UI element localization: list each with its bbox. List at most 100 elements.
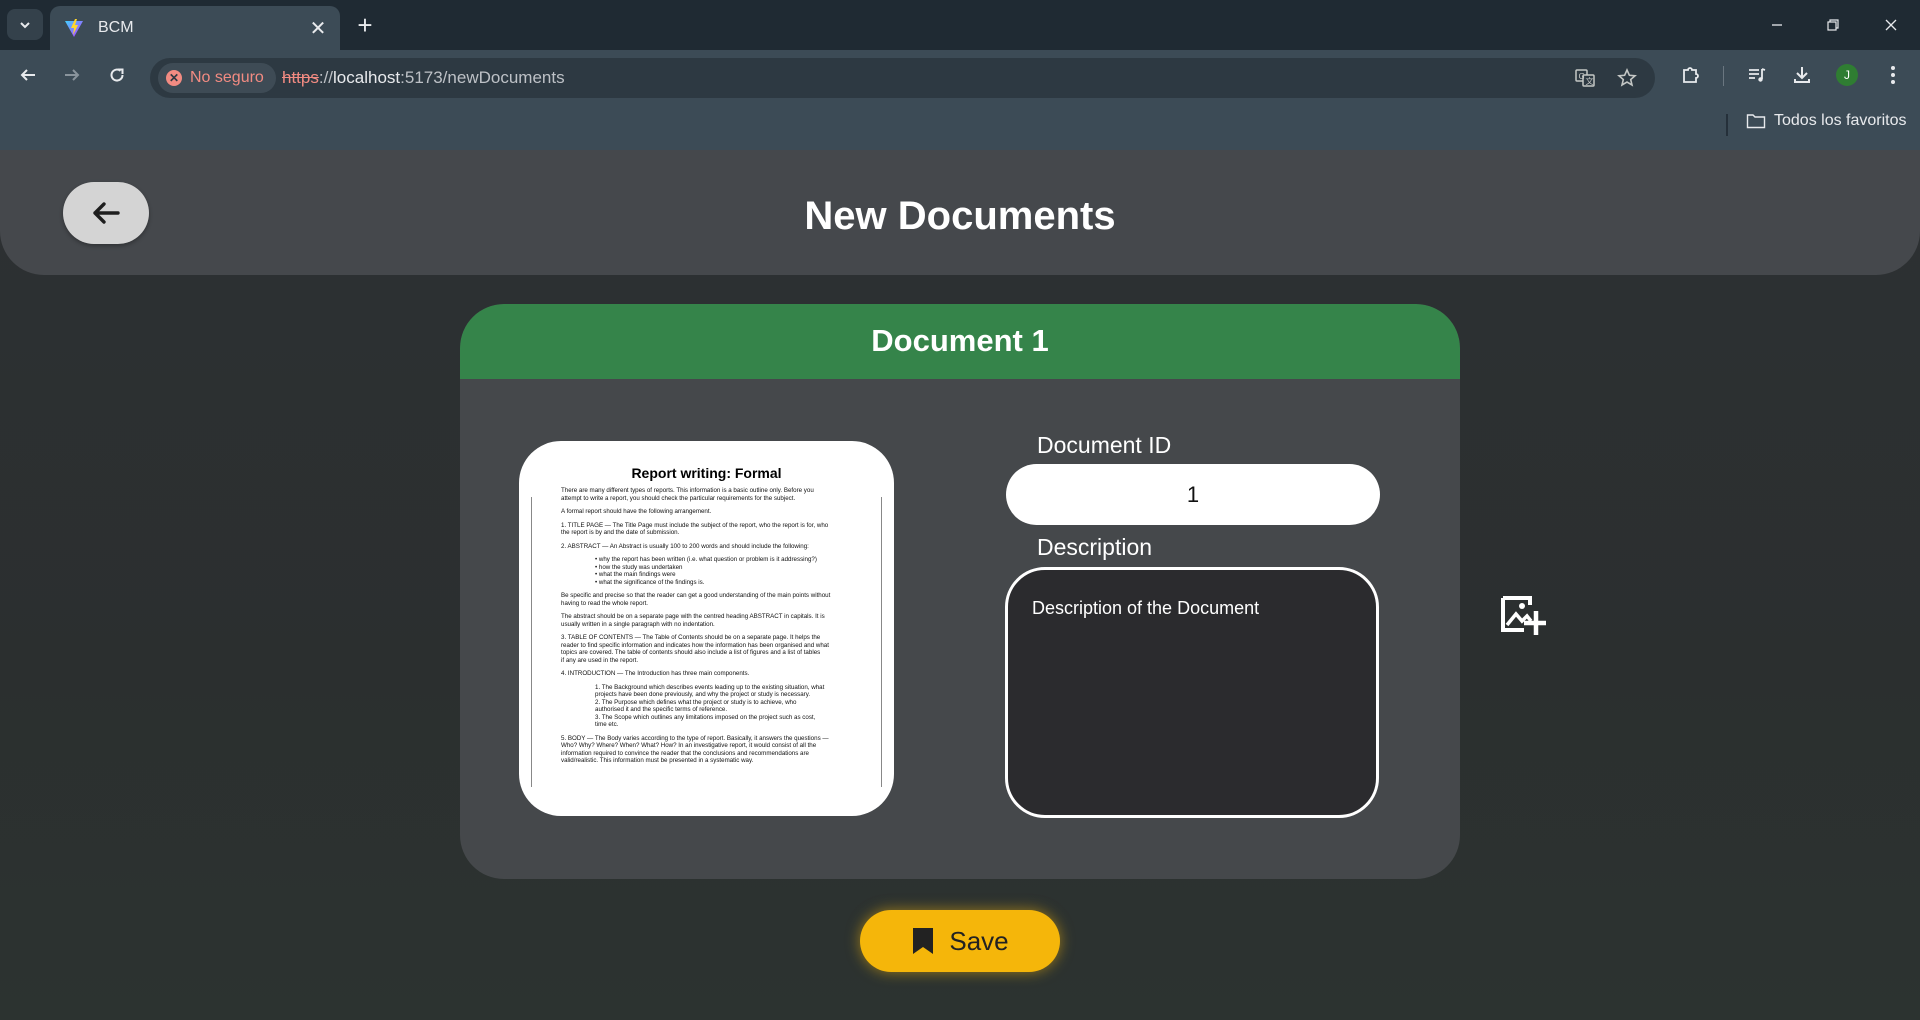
description-text: Description of the Document (1032, 598, 1260, 618)
preview-line: • what the significance of the findings … (595, 578, 705, 586)
document-id-label: Document ID (1037, 432, 1172, 458)
download-icon (1794, 67, 1810, 83)
browser-tab-active[interactable]: BCM ✕ (50, 6, 340, 50)
translate-button[interactable]: G文 (1571, 64, 1599, 92)
reload-button[interactable] (101, 59, 133, 91)
preview-line: Be specific and precise so that the read… (561, 592, 831, 599)
preview-line: • why the report has been written (i.e. … (595, 556, 817, 563)
preview-line: projects have been done previously, and … (595, 691, 811, 698)
preview-line: attempt to write a report, you should ch… (561, 494, 796, 502)
svg-text:文: 文 (1586, 76, 1594, 86)
puzzle-icon (1683, 67, 1699, 83)
forward-nav-button[interactable] (56, 59, 88, 91)
save-button[interactable]: Save (860, 910, 1060, 972)
star-icon (1617, 68, 1637, 87)
description-textarea[interactable]: Description of the Document (1005, 567, 1379, 818)
vite-logo-icon (65, 19, 83, 37)
preview-line: time etc. (595, 721, 619, 728)
page-header: New Documents (0, 150, 1920, 275)
preview-line: if any are used in the report. (561, 656, 639, 664)
preview-line: 2. The Purpose which defines what the pr… (595, 698, 797, 706)
tab-search-button[interactable] (7, 9, 43, 40)
document-id-input[interactable]: 1 (1006, 464, 1380, 525)
svg-text:G: G (1579, 72, 1585, 81)
bookmark-icon (913, 928, 934, 954)
restore-icon (1827, 19, 1839, 31)
document-card: Document 1 Report writing: Formal There … (460, 304, 1460, 879)
preview-line: 1. The Background which describes events… (595, 683, 825, 691)
page-border-left (531, 497, 532, 787)
browser-tab-strip: BCM ✕ + (0, 0, 1920, 50)
preview-line: information required to convince the rea… (561, 749, 809, 757)
downloads-button[interactable] (1786, 59, 1818, 91)
bookmarks-folder-label: Todos los favoritos (1774, 112, 1907, 129)
not-secure-icon: ✕ (166, 70, 182, 86)
url-path: :5173/newDocuments (400, 68, 565, 87)
preview-line: valid/realistic. This information must b… (561, 757, 754, 764)
preview-line: authorised it and the specific terms of … (595, 706, 728, 713)
close-tab-icon[interactable]: ✕ (304, 14, 332, 42)
preview-line: A formal report should have the followin… (561, 508, 712, 515)
save-label: Save (949, 925, 1009, 956)
preview-line: 5. BODY — The Body varies according to t… (561, 734, 829, 742)
reload-icon (110, 68, 124, 82)
arrow-right-icon (65, 69, 80, 81)
address-bar[interactable]: ✕ No seguro https://localhost:5173/newDo… (150, 58, 1655, 98)
close-icon (1885, 19, 1897, 31)
preview-line: 4. INTRODUCTION — The Introduction has t… (561, 670, 750, 677)
media-controls-button[interactable] (1741, 59, 1773, 91)
translate-icon: G文 (1575, 69, 1595, 87)
browser-toolbar: ✕ No seguro https://localhost:5173/newDo… (0, 50, 1920, 100)
browser-menu-button[interactable] (1877, 59, 1909, 91)
url-text[interactable]: https://localhost:5173/newDocuments (282, 68, 565, 88)
tab-title: BCM (98, 19, 134, 36)
preview-line: Who? Why? Where? When? What? How? In an … (561, 742, 817, 749)
add-photo-icon (1501, 596, 1546, 635)
minimize-icon (1772, 24, 1782, 26)
folder-icon (1746, 114, 1766, 129)
preview-heading: Report writing: Formal (631, 465, 782, 481)
preview-line: • how the study was undertaken (595, 563, 683, 571)
queue-music-icon (1749, 68, 1766, 82)
preview-line: usually written in a single paragraph wi… (561, 620, 715, 628)
preview-line: 2. ABSTRACT — An Abstract is usually 100… (561, 542, 809, 550)
preview-line: topics are covered. The table of content… (561, 649, 821, 656)
back-nav-button[interactable] (12, 59, 44, 91)
restore-button[interactable] (1818, 10, 1848, 40)
url-host: localhost (333, 68, 401, 87)
new-tab-button[interactable]: + (350, 10, 380, 40)
preview-line: 3. TABLE OF CONTENTS — The Table of Cont… (561, 634, 821, 641)
url-scheme: https (282, 68, 319, 87)
preview-line: • what the main findings were (595, 571, 676, 578)
preview-line: reader to find specific information and … (561, 641, 829, 649)
page-border-right (881, 497, 882, 787)
preview-line: having to read the whole report. (561, 599, 649, 607)
minimize-button[interactable] (1762, 10, 1792, 40)
preview-line: 1. TITLE PAGE — The Title Page must incl… (561, 521, 829, 529)
close-window-button[interactable] (1876, 10, 1906, 40)
preview-line: the report is by and the date of submiss… (561, 529, 680, 536)
bookmarks-divider (1726, 114, 1728, 136)
preview-line: The abstract should be on a separate pag… (561, 613, 825, 620)
document-card-title: Document 1 (871, 323, 1049, 358)
preview-line: There are many different types of report… (561, 487, 814, 494)
more-vertical-icon (1891, 66, 1895, 84)
add-image-button[interactable] (1500, 595, 1546, 637)
all-bookmarks-folder[interactable]: Todos los favoritos (1746, 112, 1907, 130)
security-label: No seguro (190, 69, 264, 86)
document-preview-page: Report writing: Formal There are many di… (531, 459, 882, 789)
arrow-left-icon (20, 69, 35, 81)
security-indicator[interactable]: ✕ No seguro (158, 63, 276, 93)
document-card-header: Document 1 (460, 304, 1460, 379)
preview-text: There are many different types of report… (531, 487, 882, 765)
preview-line: 3. The Scope which outlines any limitati… (595, 713, 816, 721)
chevron-down-icon (20, 21, 30, 28)
extensions-button[interactable] (1675, 59, 1707, 91)
page-title: New Documents (804, 194, 1116, 238)
toolbar-divider (1723, 66, 1724, 86)
page-content: New Documents Document 1 Report writing:… (0, 150, 1920, 1020)
bookmark-star-button[interactable] (1613, 64, 1641, 92)
document-preview-image[interactable]: Report writing: Formal There are many di… (519, 441, 894, 816)
profile-avatar[interactable]: J (1836, 64, 1858, 86)
description-label: Description (1037, 534, 1153, 560)
